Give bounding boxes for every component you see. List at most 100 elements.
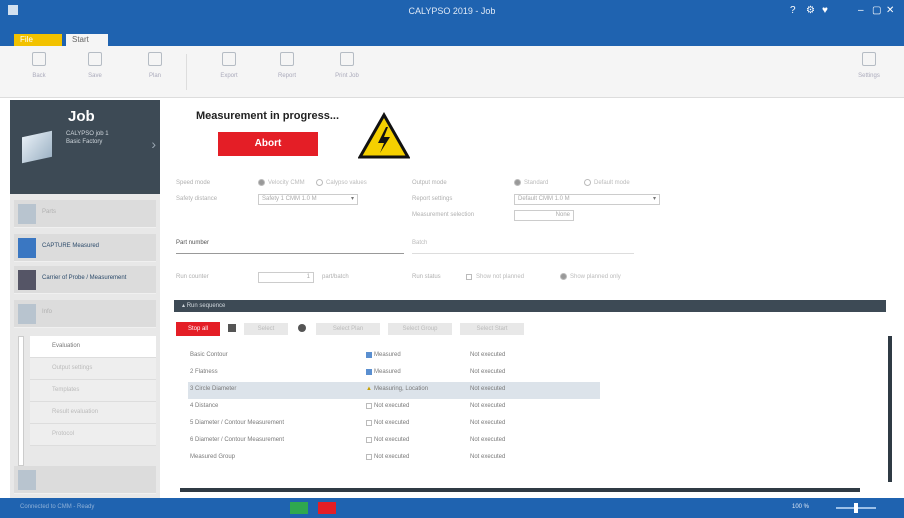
speed-radio-1[interactable] <box>258 179 265 186</box>
job-subtitle: CALYPSO job 1 Basic Factory <box>66 131 109 145</box>
ribbon-tabbar: File Start <box>0 22 904 46</box>
subnav-templates[interactable]: Templates <box>30 380 156 402</box>
table-row-selected[interactable]: 3 Circle Diameter ▲ Measuring, Location … <box>188 382 600 399</box>
select-group-button[interactable]: Select Group <box>388 323 452 335</box>
speed-radio-2[interactable] <box>316 179 323 186</box>
capture-icon <box>18 238 36 258</box>
probe-icon <box>18 270 36 290</box>
back-icon <box>32 52 46 66</box>
status-bar: Connected to CMM - Ready 100 % <box>0 498 904 518</box>
subnav-evaluation[interactable]: Evaluation <box>30 336 156 358</box>
row-checkbox[interactable] <box>366 437 372 443</box>
window-title: CALYPSO 2019 - Job <box>408 6 496 16</box>
chevron-down-icon: ▾ <box>652 196 656 202</box>
run-status-label: Run status <box>412 274 441 280</box>
minimize-icon[interactable]: – <box>858 5 864 16</box>
row-checkbox[interactable] <box>366 454 372 460</box>
report-button[interactable]: Report <box>262 50 312 94</box>
abort-button[interactable]: Abort <box>218 132 318 156</box>
safety-label: Safety distance <box>176 196 218 202</box>
section-header-run-sequence[interactable]: ▴ Run sequence <box>174 300 886 312</box>
measurement-label: Measurement selection <box>412 212 475 218</box>
close-icon[interactable]: ✕ <box>886 5 894 16</box>
run-counter-label: Run counter <box>176 274 209 280</box>
safety-dropdown[interactable]: Safety 1 CMM 1.0 M ▾ <box>258 194 358 205</box>
title-bar: CALYPSO 2019 - Job ? ⚙ ♥ – ▢ ✕ <box>0 0 904 22</box>
output-label: Output mode <box>412 180 447 186</box>
nav-item-probe[interactable]: Carrier of Probe / Measurement <box>14 266 156 294</box>
select-plan-button[interactable]: Select Plan <box>316 323 380 335</box>
nav-item-bottom[interactable] <box>14 466 156 494</box>
left-scrollbar[interactable] <box>18 336 24 466</box>
table-row[interactable]: Basic Contour Measured Not executed <box>188 348 600 365</box>
measurement-status: Measurement in progress... <box>196 110 340 122</box>
subnav-result[interactable]: Result evaluation <box>30 402 156 424</box>
job-icon <box>22 130 52 164</box>
row-checkbox[interactable] <box>366 420 372 426</box>
nav-item-capture[interactable]: CAPTURE Measured <box>14 234 156 262</box>
info-icon <box>18 304 36 324</box>
show-not-planned-checkbox[interactable] <box>466 274 472 280</box>
save-icon <box>88 52 102 66</box>
batch-field[interactable]: Batch <box>412 240 634 254</box>
ribbon-separator <box>186 54 187 90</box>
status-text: Connected to CMM - Ready <box>20 504 95 510</box>
tab-start[interactable]: Start <box>66 34 108 46</box>
back-button[interactable]: Back <box>14 50 64 94</box>
table-row[interactable]: 6 Diameter / Contour Measurement Not exe… <box>188 433 600 450</box>
high-voltage-warning-icon <box>358 112 410 159</box>
left-panel: Job CALYPSO job 1 Basic Factory › Parts … <box>10 100 160 498</box>
maximize-icon[interactable]: ▢ <box>872 5 881 16</box>
in-progress-icon: ▲ <box>366 386 372 392</box>
job-title: Job <box>68 108 95 125</box>
select-start-button[interactable]: Select Start <box>460 323 524 335</box>
target-icon[interactable] <box>298 324 306 332</box>
plan-button[interactable]: Plan <box>130 50 180 94</box>
zoom-slider-handle[interactable] <box>854 503 858 513</box>
export-icon <box>222 52 236 66</box>
row-checkbox[interactable] <box>366 352 372 358</box>
run-unit: part/batch <box>322 274 349 280</box>
chevron-right-icon[interactable]: › <box>151 136 156 152</box>
report-icon <box>280 52 294 66</box>
status-ok-indicator <box>290 502 308 514</box>
parts-icon <box>18 204 36 224</box>
settings-button[interactable]: Settings <box>844 50 894 94</box>
horizontal-scrollbar[interactable] <box>180 488 860 492</box>
stop-all-button[interactable]: Stop all <box>176 322 220 336</box>
tab-file[interactable]: File <box>14 34 62 46</box>
part-number-field[interactable]: Part number <box>176 240 404 254</box>
help-icon[interactable]: ? <box>790 5 796 16</box>
plan-icon <box>148 52 162 66</box>
table-row[interactable]: 2 Flatness Measured Not executed <box>188 365 600 382</box>
table-row[interactable]: 5 Diameter / Contour Measurement Not exe… <box>188 416 600 433</box>
show-planned-radio[interactable] <box>560 273 567 280</box>
row-checkbox[interactable] <box>366 369 372 375</box>
status-error-indicator <box>318 502 336 514</box>
job-card[interactable]: Job CALYPSO job 1 Basic Factory › <box>10 100 160 194</box>
grid-icon[interactable] <box>228 324 236 332</box>
vertical-scrollbar[interactable] <box>888 336 892 482</box>
print-icon <box>340 52 354 66</box>
report-label: Report settings <box>412 196 453 202</box>
print-button[interactable]: Print Job <box>322 50 372 94</box>
export-button[interactable]: Export <box>204 50 254 94</box>
save-button[interactable]: Save <box>70 50 120 94</box>
subnav-protocol[interactable]: Protocol <box>30 424 156 446</box>
table-row[interactable]: 4 Distance Not executed Not executed <box>188 399 600 416</box>
output-radio-2[interactable] <box>584 179 591 186</box>
settings-icon <box>862 52 876 66</box>
nav-item-info[interactable]: Info <box>14 300 156 328</box>
select-button[interactable]: Select <box>244 323 288 335</box>
measurement-field[interactable]: None <box>514 210 574 221</box>
row-checkbox[interactable] <box>366 403 372 409</box>
nav-item-parts[interactable]: Parts <box>14 200 156 228</box>
report-dropdown[interactable]: Default CMM 1.0 M ▾ <box>514 194 660 205</box>
table-row[interactable]: Measured Group Not executed Not executed <box>188 450 600 467</box>
settings-icon[interactable]: ⚙ <box>806 5 815 16</box>
output-radio-1[interactable] <box>514 179 521 186</box>
chevron-down-icon: ▾ <box>350 196 354 202</box>
subnav-output[interactable]: Output settings <box>30 358 156 380</box>
notification-icon[interactable]: ♥ <box>822 5 828 16</box>
run-counter-field[interactable]: 1 <box>258 272 314 283</box>
